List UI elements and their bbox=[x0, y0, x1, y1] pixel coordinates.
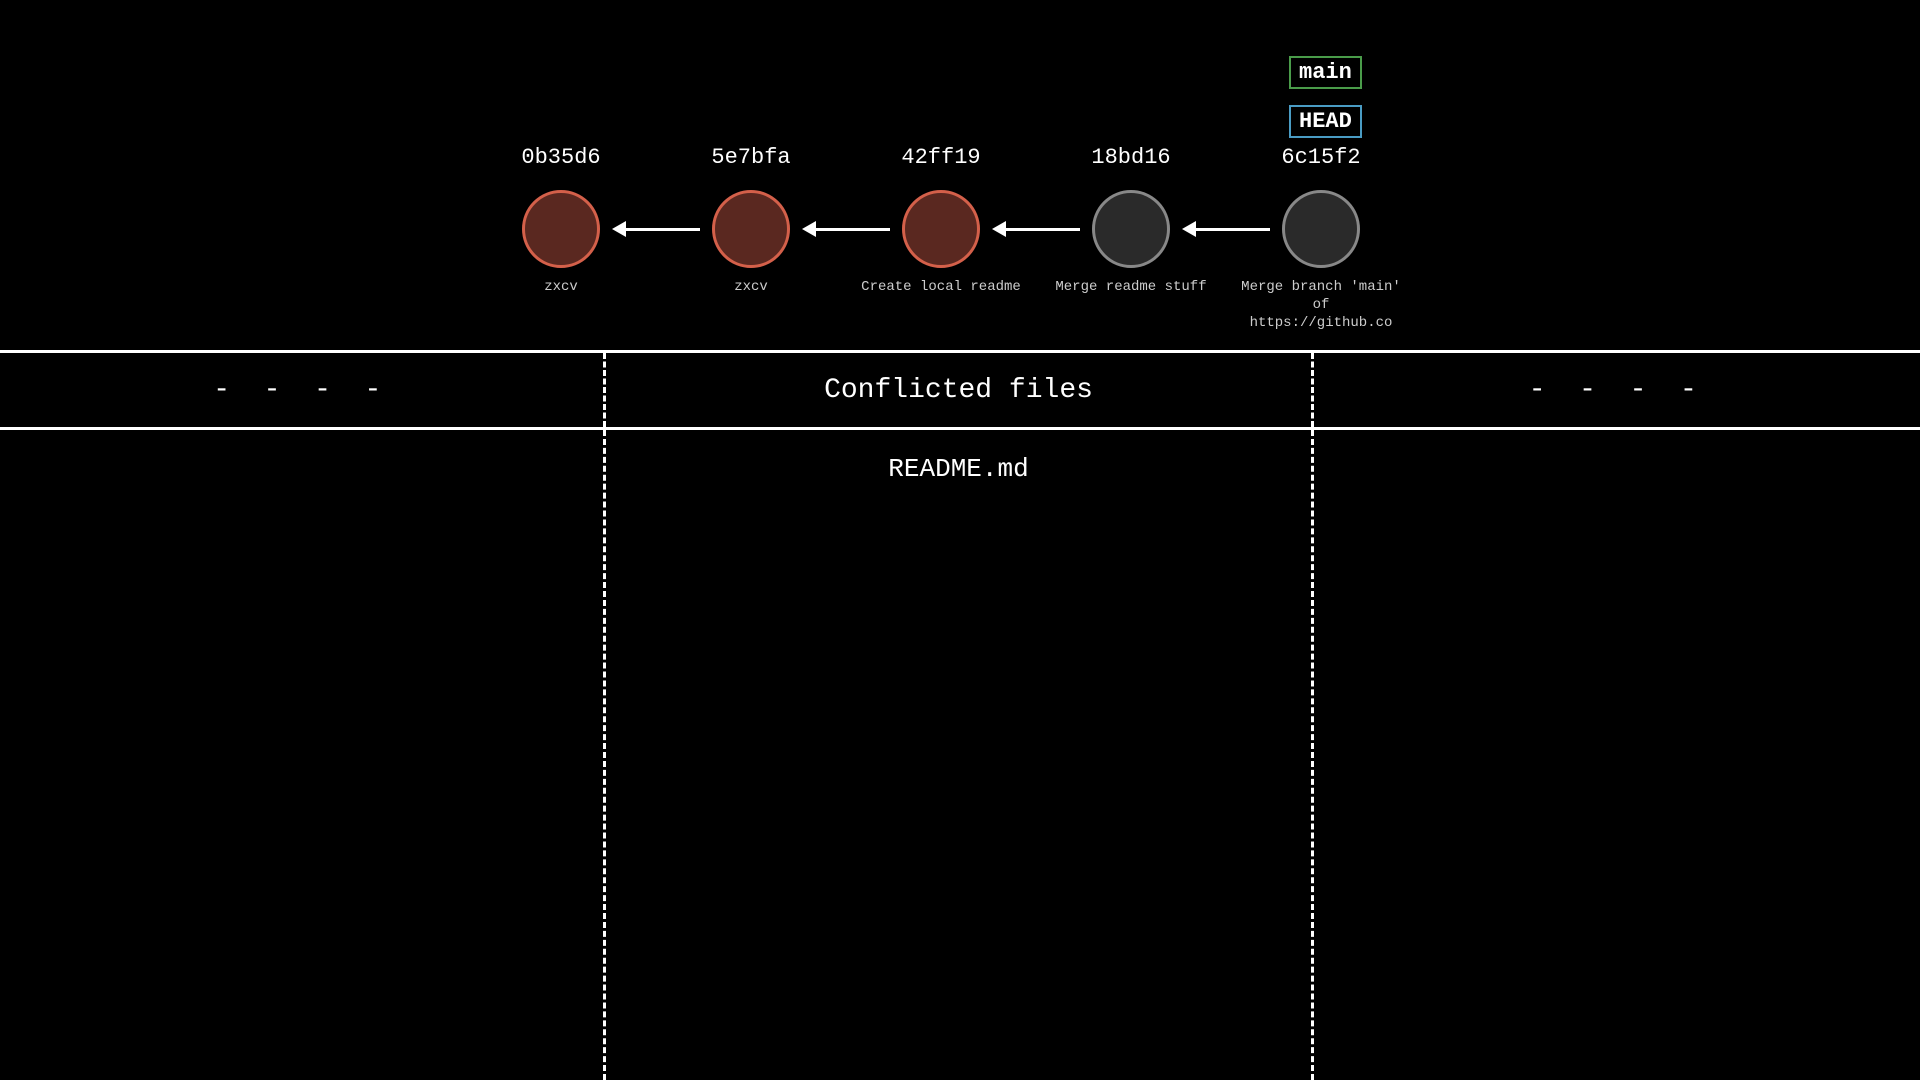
branch-label-main[interactable]: main bbox=[1289, 56, 1362, 89]
commit-node[interactable]: 0b35d6zxcv bbox=[522, 190, 600, 268]
commit-message: Merge readme stuff bbox=[1055, 278, 1206, 296]
commit-node[interactable]: 18bd16Merge readme stuff bbox=[1092, 190, 1170, 268]
panel-header-title: Conflicted files bbox=[606, 353, 1314, 427]
commit-message: zxcv bbox=[734, 278, 768, 296]
commit-node[interactable]: 42ff19Create local readme bbox=[902, 190, 980, 268]
commit-message: zxcv bbox=[544, 278, 578, 296]
commit-circle-icon bbox=[712, 190, 790, 268]
parent-arrow-icon bbox=[802, 221, 890, 237]
panel-body-left bbox=[0, 430, 606, 1080]
commit-circle-icon bbox=[902, 190, 980, 268]
conflicted-files-list: README.md bbox=[606, 430, 1314, 1080]
commit-node[interactable]: 6c15f2Merge branch 'main'of https://gith… bbox=[1282, 190, 1360, 268]
parent-arrow-icon bbox=[612, 221, 700, 237]
panel-header-right: - - - - bbox=[1314, 353, 1920, 427]
commit-circle-icon bbox=[522, 190, 600, 268]
parent-arrow-icon bbox=[992, 221, 1080, 237]
commit-hash: 18bd16 bbox=[1091, 145, 1170, 170]
head-label[interactable]: HEAD bbox=[1289, 105, 1362, 138]
commit-circle-icon bbox=[1092, 190, 1170, 268]
commit-hash: 5e7bfa bbox=[711, 145, 790, 170]
conflict-panel-header: - - - - Conflicted files - - - - bbox=[0, 350, 1920, 430]
conflict-panel: - - - - Conflicted files - - - - README.… bbox=[0, 350, 1920, 1080]
parent-arrow-icon bbox=[1182, 221, 1270, 237]
commit-circle-icon bbox=[1282, 190, 1360, 268]
commit-graph: main HEAD 0b35d6zxcv5e7bfazxcv42ff19Crea… bbox=[0, 0, 1920, 350]
panel-body-right bbox=[1314, 430, 1920, 1080]
commit-message: Merge branch 'main'of https://github.co bbox=[1241, 278, 1401, 333]
commit-message: Create local readme bbox=[861, 278, 1021, 296]
commit-hash: 42ff19 bbox=[901, 145, 980, 170]
commit-node[interactable]: 5e7bfazxcv bbox=[712, 190, 790, 268]
conflict-panel-body: README.md bbox=[0, 430, 1920, 1080]
commit-hash: 6c15f2 bbox=[1281, 145, 1360, 170]
commit-hash: 0b35d6 bbox=[521, 145, 600, 170]
panel-header-left: - - - - bbox=[0, 353, 606, 427]
conflicted-file-item[interactable]: README.md bbox=[606, 454, 1311, 484]
